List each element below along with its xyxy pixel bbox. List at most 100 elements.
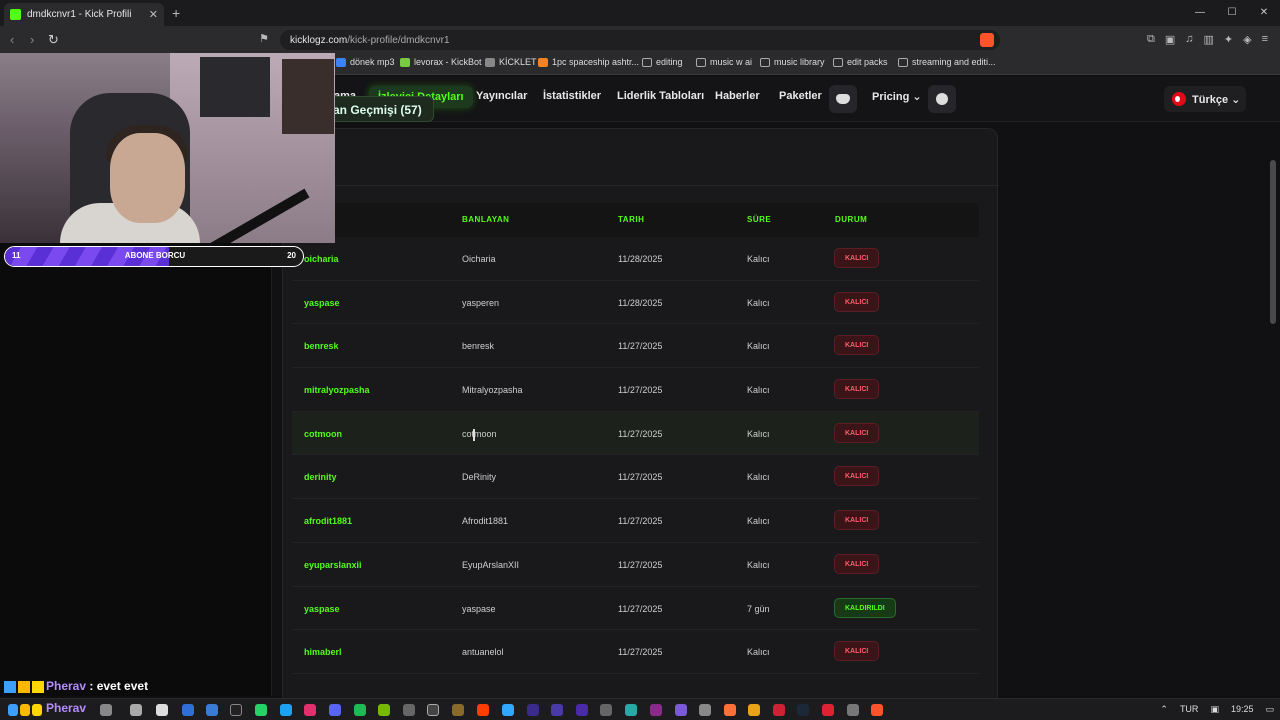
app-icon[interactable] bbox=[699, 704, 711, 716]
app-icon[interactable] bbox=[206, 704, 218, 716]
steam-icon[interactable] bbox=[797, 704, 809, 716]
table-row[interactable]: eyuparslanxii EyupArslanXII 11/27/2025 Kalı… bbox=[292, 543, 979, 587]
premiere-icon[interactable] bbox=[576, 704, 588, 716]
app-icon[interactable] bbox=[625, 704, 637, 716]
menu-icon[interactable]: ≡ bbox=[1262, 33, 1268, 46]
bookmark-item[interactable]: 1pc spaceship ashtr... bbox=[538, 57, 639, 67]
banned-user-link[interactable]: yaspase bbox=[304, 604, 340, 614]
nav-item-pricing[interactable]: Pricing ⌄ bbox=[872, 90, 922, 103]
scrollbar-thumb[interactable] bbox=[1270, 160, 1276, 324]
table-row[interactable]: cotmoon cotmoon 11/27/2025 Kalıcı KALICI bbox=[292, 411, 979, 456]
tray-chevron-icon[interactable]: ⌃ bbox=[1160, 704, 1168, 715]
column-header-banned-by[interactable]: BANLAYAN bbox=[462, 215, 509, 224]
nvidia-icon[interactable] bbox=[378, 704, 390, 716]
table-row[interactable]: himaberl antuanelol 11/27/2025 Kalıcı KALICI bbox=[292, 630, 979, 674]
app-icon[interactable] bbox=[748, 704, 760, 716]
music-icon[interactable]: ♫ bbox=[1185, 33, 1193, 46]
tiktok-icon[interactable] bbox=[230, 704, 242, 716]
column-header-status[interactable]: DURUM bbox=[835, 215, 867, 224]
app-icon[interactable] bbox=[100, 704, 112, 716]
sidebar-icon[interactable]: ▥ bbox=[1203, 33, 1213, 46]
extensions-icon[interactable]: ⧉ bbox=[1147, 33, 1155, 46]
column-header-date[interactable]: TARIH bbox=[618, 215, 644, 224]
app-icon[interactable] bbox=[130, 704, 142, 716]
language-select[interactable]: Türkçe ⌄ bbox=[1164, 86, 1246, 112]
banned-user-link[interactable]: cotmoon bbox=[304, 429, 342, 439]
obs-icon[interactable] bbox=[427, 704, 439, 716]
notification-icon[interactable]: ▭ bbox=[1265, 704, 1274, 715]
language-indicator[interactable]: TUR bbox=[1180, 704, 1199, 715]
minimize-button[interactable]: — bbox=[1184, 0, 1216, 26]
banned-user-link[interactable]: mitralyozpasha bbox=[304, 385, 370, 395]
app-icon[interactable] bbox=[822, 704, 834, 716]
illustrator-icon[interactable] bbox=[477, 704, 489, 716]
nav-item-news[interactable]: Haberler bbox=[715, 90, 760, 102]
back-icon[interactable]: ‹ bbox=[10, 32, 14, 47]
banned-user-link[interactable]: afrodit1881 bbox=[304, 516, 352, 526]
table-row[interactable]: oicharia Oicharia 11/28/2025 Kalıcı KALICI bbox=[292, 237, 979, 281]
bookmark-folder[interactable]: editing bbox=[642, 57, 683, 67]
wallet-icon[interactable]: ▣ bbox=[1165, 33, 1175, 46]
instagram-icon[interactable] bbox=[304, 704, 316, 716]
ban-history-tab[interactable]: an Geçmişi (57) bbox=[318, 96, 434, 122]
column-header-duration[interactable]: SÜRE bbox=[747, 215, 771, 224]
table-row[interactable]: afrodit1881 Afrodit1881 11/27/2025 Kalıcı KA… bbox=[292, 499, 979, 543]
app-icon[interactable] bbox=[724, 704, 736, 716]
app-icon[interactable] bbox=[600, 704, 612, 716]
app-icon[interactable] bbox=[452, 704, 464, 716]
close-window-button[interactable]: ✕ bbox=[1248, 0, 1280, 26]
banned-user-link[interactable]: derinity bbox=[304, 472, 337, 482]
app-icon[interactable] bbox=[675, 704, 687, 716]
photoshop-icon[interactable] bbox=[502, 704, 514, 716]
table-row[interactable]: yaspase yasperen 11/28/2025 Kalıcı KALICI bbox=[292, 281, 979, 325]
nav-item-statistics[interactable]: İstatistikler bbox=[543, 90, 601, 102]
app-icon[interactable] bbox=[847, 704, 859, 716]
media-encoder-icon[interactable] bbox=[527, 704, 539, 716]
reload-icon[interactable]: ↻ bbox=[48, 32, 59, 48]
bookmark-item[interactable]: KİCKLET bbox=[485, 57, 537, 67]
banned-user-link[interactable]: eyuparslanxii bbox=[304, 560, 362, 570]
bookmark-folder[interactable]: edit packs bbox=[833, 57, 888, 67]
maximize-button[interactable]: ☐ bbox=[1216, 0, 1248, 26]
scrollbar[interactable] bbox=[1270, 76, 1276, 696]
tab-close-icon[interactable]: ✕ bbox=[149, 8, 158, 21]
app-icon[interactable] bbox=[650, 704, 662, 716]
nav-item-packages[interactable]: Paketler bbox=[779, 90, 822, 102]
whatsapp-icon[interactable] bbox=[255, 704, 267, 716]
table-row[interactable]: benresk benresk 11/27/2025 Kalıcı KALICI bbox=[292, 324, 979, 369]
brave-icon[interactable] bbox=[871, 704, 883, 716]
bookmark-folder[interactable]: streaming and editi... bbox=[898, 57, 996, 67]
app-icon[interactable] bbox=[773, 704, 785, 716]
discord-icon[interactable] bbox=[829, 85, 857, 113]
brave-shield-icon[interactable] bbox=[980, 33, 994, 47]
forward-icon[interactable]: › bbox=[30, 32, 34, 47]
table-row[interactable]: mitralyozpasha Mitralyozpasha 11/27/2025 Ka… bbox=[292, 368, 979, 412]
after-effects-icon[interactable] bbox=[551, 704, 563, 716]
vpn-icon[interactable]: ◈ bbox=[1243, 33, 1251, 46]
app-icon[interactable] bbox=[156, 704, 168, 716]
url-field[interactable]: kicklogz.com/kick-profile/dmdkcnvr1 bbox=[280, 30, 1000, 50]
clock[interactable]: 19:25 bbox=[1231, 704, 1254, 715]
nav-item-leaderboards[interactable]: Liderlik Tabloları bbox=[617, 90, 704, 102]
user-icon[interactable] bbox=[928, 85, 956, 113]
bookmark-item[interactable]: dönek mp3 bbox=[336, 57, 395, 67]
tray-app-icon[interactable]: ▣ bbox=[1210, 704, 1219, 715]
bookmark-folder[interactable]: music w ai bbox=[696, 57, 752, 67]
banned-user-link[interactable]: himaberl bbox=[304, 647, 342, 657]
bookmark-folder[interactable]: music library bbox=[760, 57, 825, 67]
browser-tab[interactable]: dmdkcnvr1 - Kick Profili ✕ bbox=[4, 3, 164, 26]
banned-user-link[interactable]: oicharia bbox=[304, 254, 339, 264]
new-tab-button[interactable]: + bbox=[172, 5, 180, 21]
spotify-icon[interactable] bbox=[354, 704, 366, 716]
banned-user-link[interactable]: benresk bbox=[304, 341, 339, 351]
app-icon[interactable] bbox=[403, 704, 415, 716]
bookmark-icon[interactable]: ⚑ bbox=[259, 32, 269, 45]
discord-app-icon[interactable] bbox=[329, 704, 341, 716]
app-icon[interactable] bbox=[280, 704, 292, 716]
bookmark-item[interactable]: levorax - KickBot bbox=[400, 57, 482, 67]
app-icon[interactable] bbox=[182, 704, 194, 716]
banned-user-link[interactable]: yaspase bbox=[304, 298, 340, 308]
leo-icon[interactable]: ✦ bbox=[1224, 33, 1233, 46]
table-row[interactable]: yaspase yaspase 11/27/2025 7 gün KALDIRILDI bbox=[292, 587, 979, 631]
nav-item-streamers[interactable]: Yayıncılar bbox=[476, 90, 527, 102]
